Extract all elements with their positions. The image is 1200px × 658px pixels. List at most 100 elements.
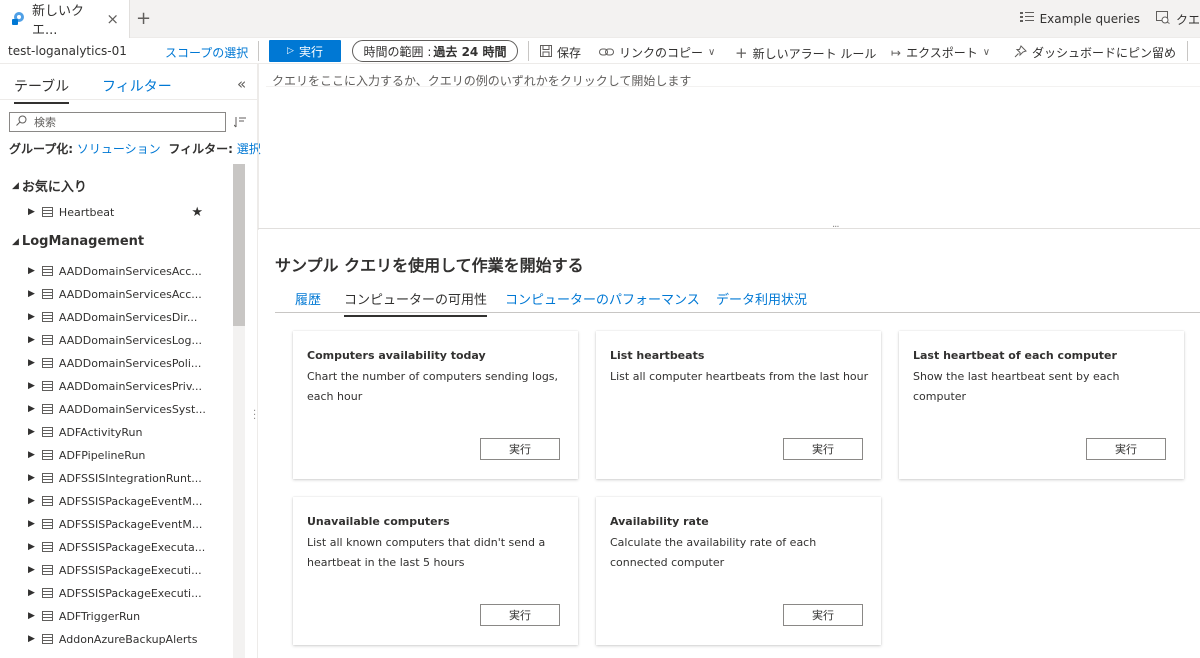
caret-right-icon: ▶ — [28, 289, 35, 299]
table-icon — [41, 404, 53, 414]
sample-query-card[interactable]: Computers availability today Chart the n… — [293, 331, 578, 479]
resize-handle-icon[interactable]: ··· — [832, 222, 839, 233]
pin-to-dashboard-button[interactable]: ダッシュボードにピン留め — [1014, 44, 1176, 61]
caret-right-icon: ▶ — [28, 427, 35, 437]
tab-computer-availability[interactable]: コンピューターの可用性 — [344, 289, 488, 317]
tree-item-heartbeat[interactable]: ▶ Heartbeat ★ — [28, 202, 228, 222]
tree-item-table[interactable]: ▶ ADFActivityRun — [28, 422, 228, 442]
card-run-button[interactable]: 実行 — [783, 604, 863, 626]
save-icon — [540, 45, 552, 60]
tree-item-label: AADDomainServicesLog... — [58, 333, 202, 347]
table-icon — [41, 473, 53, 483]
card-run-button[interactable]: 実行 — [783, 438, 863, 460]
save-button[interactable]: 保存 — [540, 44, 581, 61]
caret-right-icon: ▶ — [28, 473, 35, 483]
tree-item-label: ADFPipelineRun — [58, 448, 146, 462]
sample-queries-title: サンプル クエリを使用して作業を開始する — [275, 256, 584, 275]
tree-item-label: ADFSSISPackageExecuti... — [58, 586, 202, 600]
caret-right-icon: ▶ — [28, 542, 35, 552]
collapse-sidebar-icon[interactable]: « — [237, 75, 246, 93]
tree-item-table[interactable]: ▶ AddonAzureBackupAlerts — [28, 629, 228, 649]
tree-item-table[interactable]: ▶ AADDomainServicesLog... — [28, 330, 228, 350]
sidebar-scrollbar[interactable] — [233, 164, 245, 658]
tree-item-table[interactable]: ▶ AADDomainServicesAcc... — [28, 284, 228, 304]
export-button[interactable]: ↦ エクスポート ∨ — [891, 44, 990, 61]
copy-link-button[interactable]: リンクのコピー ∨ — [599, 44, 715, 61]
card-run-button[interactable]: 実行 — [480, 604, 560, 626]
query-editor[interactable]: クエリをここに入力するか、クエリの例のいずれかをクリックして開始します — [258, 64, 1200, 230]
tree-item-table[interactable]: ▶ ADFSSISPackageEventM... — [28, 514, 228, 534]
tree-item-label: ADFTriggerRun — [58, 609, 141, 623]
tree-item-table[interactable]: ▶ ADFPipelineRun — [28, 445, 228, 465]
close-icon[interactable]: × — [106, 10, 119, 28]
select-scope-link[interactable]: スコープの選択 — [165, 44, 248, 61]
tab-filter[interactable]: フィルター — [102, 76, 172, 96]
chevron-down-icon: ∨ — [708, 47, 716, 58]
example-queries-button[interactable]: Example queries — [1019, 11, 1140, 27]
caret-right-icon: ▶ — [28, 496, 35, 506]
tree-item-label: AddonAzureBackupAlerts — [58, 632, 198, 646]
tab-computer-performance[interactable]: コンピューターのパフォーマンス — [505, 289, 700, 308]
divider — [528, 41, 529, 61]
tree-item-label: ADFSSISIntegrationRunt... — [58, 471, 202, 485]
sample-query-card[interactable]: Unavailable computers List all known com… — [293, 497, 578, 645]
tree-item-table[interactable]: ▶ AADDomainServicesSyst... — [28, 399, 228, 419]
table-icon — [41, 266, 53, 276]
time-range-picker[interactable]: 時間の範囲 : 過去 24 時間 — [352, 40, 518, 62]
add-tab-icon[interactable]: + — [136, 8, 151, 29]
favorites-section[interactable]: ◢ お気に入り — [12, 176, 87, 195]
table-icon — [41, 312, 53, 322]
tree-item-table[interactable]: ▶ AADDomainServicesPoli... — [28, 353, 228, 373]
table-icon — [41, 289, 53, 299]
tree-item-table[interactable]: ▶ AADDomainServicesDir... — [28, 307, 228, 327]
table-icon — [41, 335, 53, 345]
search-input[interactable]: 検索 — [9, 112, 226, 132]
schema-sidebar: テーブル フィルター « 検索 グループ化: ソリューション フィルター: 選択… — [0, 64, 261, 658]
card-run-button[interactable]: 実行 — [480, 438, 560, 460]
caret-right-icon: ▶ — [28, 519, 35, 529]
caret-right-icon: ▶ — [28, 450, 35, 460]
export-label: エクスポート — [906, 46, 978, 60]
query-tab[interactable]: 新しいクエ... × — [0, 0, 130, 38]
tree-item-label: AADDomainServicesAcc... — [58, 287, 202, 301]
table-tree: ◢ お気に入り ▶ Heartbeat ★ ◢ LogManagement ▶ A… — [0, 164, 232, 658]
run-button[interactable]: ▷ 実行 — [269, 40, 341, 62]
play-icon: ▷ — [287, 46, 294, 56]
time-range-label: 時間の範囲 : — [363, 44, 432, 59]
scrollbar-thumb[interactable] — [233, 164, 245, 326]
group-by-link[interactable]: ソリューション — [77, 142, 161, 156]
sample-query-card[interactable]: List heartbeats List all computer heartb… — [596, 331, 881, 479]
logmanagement-section[interactable]: ◢ LogManagement — [12, 234, 144, 249]
tab-tables[interactable]: テーブル — [14, 76, 70, 104]
sample-query-card[interactable]: Availability rate Calculate the availabi… — [596, 497, 881, 645]
tree-item-table[interactable]: ▶ AADDomainServicesAcc... — [28, 261, 228, 281]
tree-item-table[interactable]: ▶ ADFSSISPackageExecuti... — [28, 583, 228, 603]
caret-right-icon: ▶ — [28, 312, 35, 322]
tab-data-usage[interactable]: データ利用状況 — [716, 289, 807, 308]
sort-icon[interactable] — [233, 116, 246, 131]
editor-resize-bar[interactable] — [258, 228, 1200, 232]
tree-item-table[interactable]: ▶ ADFTriggerRun — [28, 606, 228, 626]
tab-history[interactable]: 履歴 — [295, 289, 321, 308]
panel-splitter-handle[interactable]: · · · — [253, 407, 256, 425]
tree-item-table[interactable]: ▶ ADFSSISPackageExecuta... — [28, 537, 228, 557]
table-icon — [41, 542, 53, 552]
tree-item-table[interactable]: ▶ ADFSSISPackageEventM... — [28, 491, 228, 511]
sample-query-card[interactable]: Last heartbeat of each computer Show the… — [899, 331, 1184, 479]
caret-right-icon: ▶ — [28, 588, 35, 598]
tree-item-table[interactable]: ▶ AADDomainServicesPriv... — [28, 376, 228, 396]
search-placeholder: 検索 — [34, 116, 56, 129]
sample-query-tabs: 履歴 コンピューターの可用性 コンピューターのパフォーマンス データ利用状況 — [275, 286, 1200, 317]
tree-item-table[interactable]: ▶ ADFSSISPackageExecuti... — [28, 560, 228, 580]
tree-item-label: AADDomainServicesPoli... — [58, 356, 202, 370]
table-icon — [41, 358, 53, 368]
card-run-button[interactable]: 実行 — [1086, 438, 1166, 460]
tree-item-label: ADFSSISPackageEventM... — [58, 517, 203, 531]
query-tab-label: 新しいクエ... — [32, 4, 85, 38]
star-icon[interactable]: ★ — [191, 205, 203, 220]
query-explorer-button[interactable]: クエ — [1155, 10, 1200, 28]
tree-item-table[interactable]: ▶ ADFSSISIntegrationRunt... — [28, 468, 228, 488]
table-icon — [41, 588, 53, 598]
tree-item-label: ADFActivityRun — [58, 425, 143, 439]
new-alert-rule-button[interactable]: + 新しいアラート ルール — [735, 44, 876, 62]
